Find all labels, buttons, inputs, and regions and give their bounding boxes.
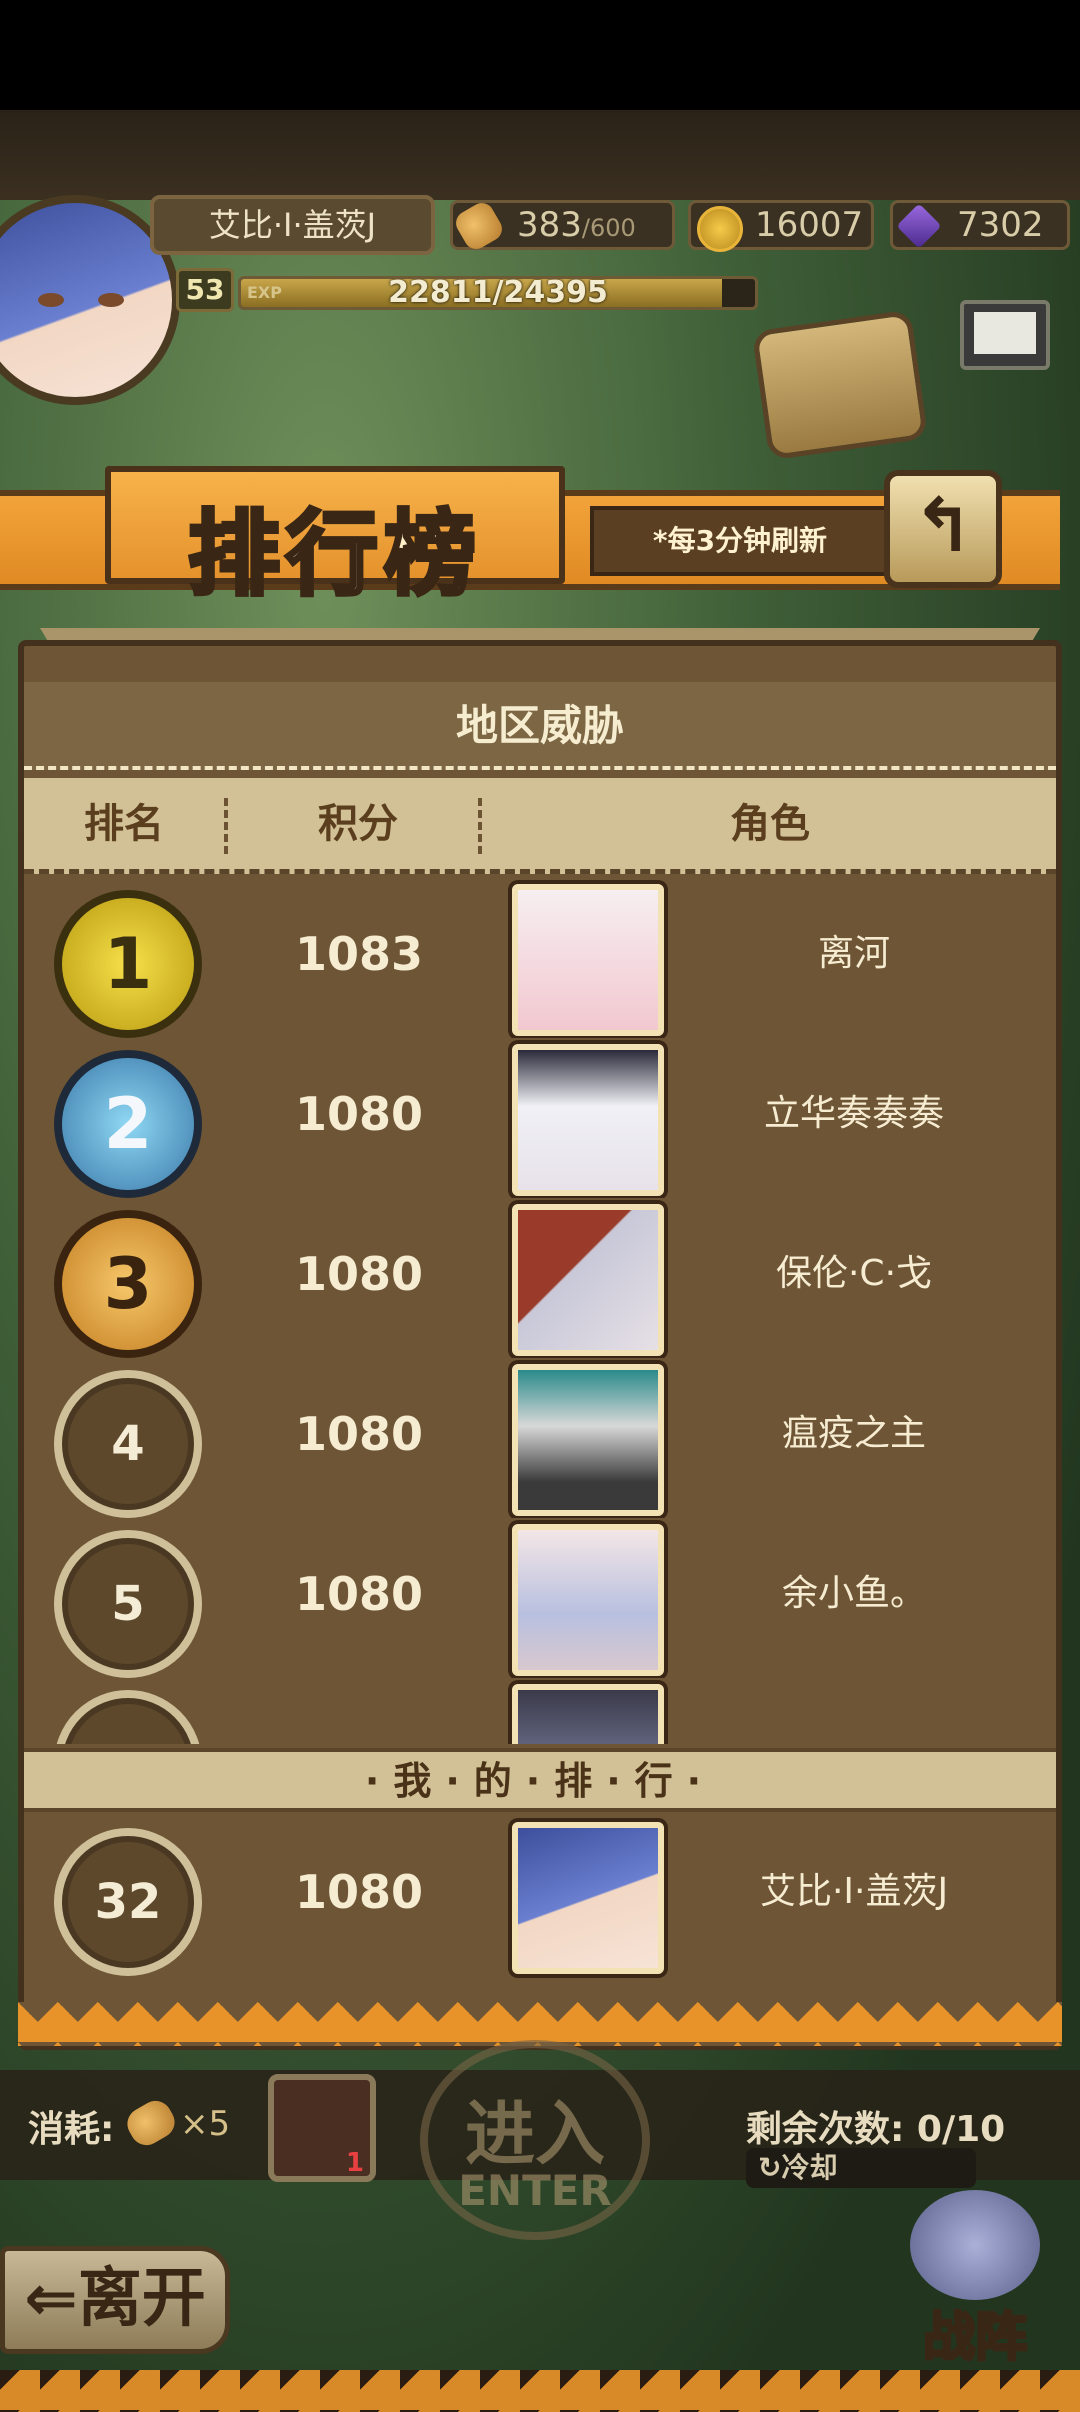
column-divider	[478, 798, 482, 854]
rank-medal: 4	[54, 1370, 202, 1518]
player-name: 艾比·I·盖茨J	[150, 195, 435, 255]
leaderboard-category: 地区威胁	[24, 682, 1056, 770]
rank-medal: 3	[54, 1210, 202, 1358]
leaderboard-row[interactable]: 4 1080 瘟疫之主	[24, 1358, 1056, 1522]
stamina-max: /600	[581, 214, 636, 242]
character-portrait[interactable]	[512, 1204, 664, 1356]
rank-score: 1080	[294, 1865, 424, 1919]
bread-icon	[451, 198, 507, 254]
rank-score: 1080	[294, 1087, 424, 1141]
gem-value: 7302	[957, 205, 1044, 245]
character-name: 离河	[817, 933, 890, 974]
rank-medal: 1	[54, 890, 202, 1038]
cost-value: ×5	[180, 2104, 231, 2144]
character-portrait[interactable]	[512, 1524, 664, 1676]
rank-score: 1080	[294, 1567, 424, 1621]
item-count: 1	[345, 2148, 364, 2178]
gold-value: 16007	[755, 205, 864, 245]
column-score: 积分	[318, 801, 398, 847]
purple-gem-icon	[896, 203, 942, 249]
column-character: 角色	[730, 801, 810, 847]
refresh-note: *每3分钟刷新	[590, 506, 890, 576]
column-divider	[224, 798, 228, 854]
player-level-badge: 53	[176, 268, 234, 312]
leaderboard-row[interactable]: 5 1080 余小鱼。	[24, 1518, 1056, 1682]
avatar-eye-icon	[98, 293, 124, 307]
cost-label: 消耗:	[28, 2109, 115, 2150]
mail-icon[interactable]	[960, 300, 1050, 370]
item-slot[interactable]: 1	[268, 2074, 376, 2182]
gem-counter[interactable]: 7302	[890, 200, 1070, 250]
cooldown-button[interactable]: ↻冷却	[746, 2148, 976, 2188]
avatar-eye-icon	[38, 293, 64, 307]
leaderboard-row[interactable]: 2 1080 立华奏奏奏	[24, 1038, 1056, 1202]
page-title: 排行榜	[105, 466, 565, 610]
rank-score: 1080	[294, 1247, 424, 1301]
my-rank-row[interactable]: 32 1080 艾比·I·盖茨J	[24, 1816, 1056, 1976]
back-button[interactable]: ↰	[884, 470, 1002, 588]
bottom-border-strip	[0, 2370, 1080, 2412]
formation-button[interactable]: 战阵	[880, 2190, 1070, 2370]
character-name: 余小鱼。	[781, 1573, 926, 1614]
enter-label-en: ENTER	[458, 2166, 612, 2215]
leave-button[interactable]: ⇐离开	[0, 2246, 230, 2354]
character-portrait[interactable]	[512, 1044, 664, 1196]
enter-button[interactable]: 进入 ENTER	[420, 2040, 650, 2240]
rank-score: 1080	[294, 1407, 424, 1461]
quest-scroll-icon[interactable]	[751, 309, 929, 461]
character-portrait[interactable]	[512, 884, 664, 1036]
exp-text: 22811/24395	[388, 276, 608, 310]
rank-medal: 2	[54, 1050, 202, 1198]
rank-score: 1083	[294, 927, 424, 981]
enter-label: 进入	[465, 2093, 605, 2175]
column-header: 排名 积分 角色	[24, 778, 1056, 874]
stamina-value: 383	[517, 205, 582, 245]
my-rank-label: ·我·的·排·行·	[24, 1748, 1056, 1812]
exp-bar: EXP 22811/24395	[238, 276, 758, 310]
character-name: 立华奏奏奏	[763, 1093, 944, 1134]
formation-label: 战阵	[921, 2307, 1028, 2370]
character-portrait[interactable]	[512, 1822, 664, 1974]
formation-icon	[910, 2190, 1040, 2300]
column-rank: 排名	[84, 801, 164, 847]
rank-medal: 32	[54, 1828, 202, 1976]
leaderboard-row[interactable]: 1 1083 离河	[24, 878, 1056, 1042]
character-name: 瘟疫之主	[781, 1413, 926, 1454]
character-name: 保伦·C·戈	[775, 1253, 933, 1294]
gold-coin-icon	[697, 206, 743, 252]
remaining-attempts: 剩余次数: 0/10	[746, 2109, 1006, 2150]
leaderboard-row-partial	[24, 1678, 1056, 1744]
rank-medal	[54, 1690, 202, 1744]
character-name: 艾比·I·盖茨J	[759, 1871, 949, 1912]
leaderboard-row[interactable]: 3 1080 保伦·C·戈	[24, 1198, 1056, 1362]
top-wood-band	[0, 110, 1080, 200]
rank-medal: 5	[54, 1530, 202, 1678]
gold-counter[interactable]: 16007	[688, 200, 874, 252]
character-portrait	[512, 1684, 664, 1744]
character-portrait[interactable]	[512, 1364, 664, 1516]
stamina-counter[interactable]: 383/600	[450, 198, 675, 254]
